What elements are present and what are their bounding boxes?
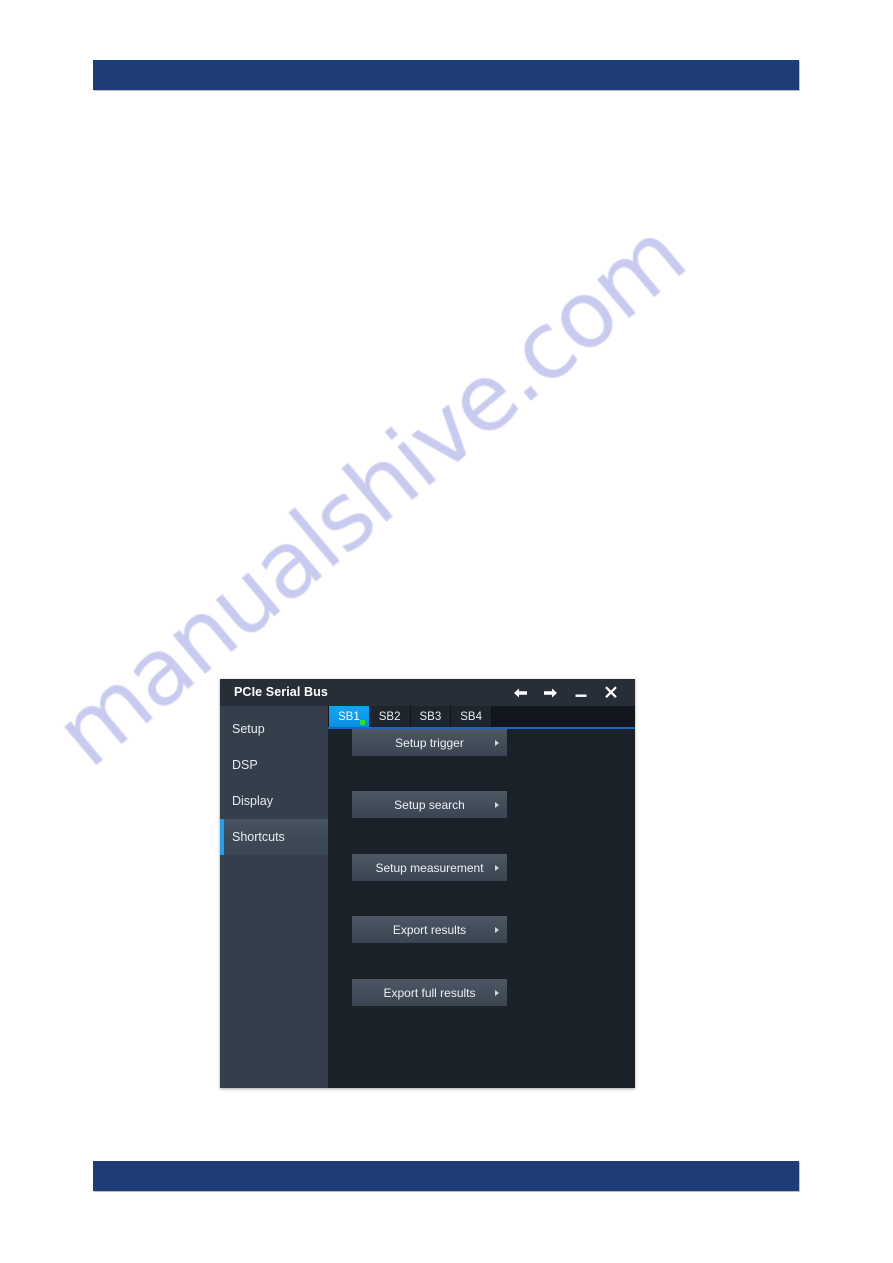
chevron-right-icon: [495, 864, 499, 871]
sidebar-item-label: Shortcuts: [232, 830, 285, 844]
tab-sb3[interactable]: SB3: [410, 706, 452, 727]
chevron-right-icon: [495, 801, 499, 808]
sidebar-item-label: Setup: [232, 722, 265, 736]
chevron-right-icon: [495, 989, 499, 996]
green-dot-icon: [359, 720, 365, 725]
page-footer-rule: [93, 1161, 799, 1191]
shortcut-label: Setup search: [394, 797, 465, 812]
shortcut-label: Export results: [392, 922, 467, 937]
sidebar-item-display[interactable]: Display: [220, 783, 328, 819]
setup-measurement-button[interactable]: Setup measurement: [352, 854, 507, 881]
tab-sb2[interactable]: SB2: [369, 706, 411, 727]
serial-bus-tabstrip: SB1 SB2 SB3 SB4: [328, 706, 635, 729]
tab-label: SB4: [460, 710, 482, 723]
dialog-sidebar: Setup DSP Display Shortcuts: [220, 706, 328, 1088]
sidebar-item-label: DSP: [232, 758, 258, 772]
minimize-icon[interactable]: [572, 684, 589, 701]
chevron-right-icon: [495, 926, 499, 933]
sidebar-item-shortcuts[interactable]: Shortcuts: [220, 819, 328, 855]
sidebar-item-dsp[interactable]: DSP: [220, 747, 328, 783]
setup-search-button[interactable]: Setup search: [352, 791, 507, 818]
setup-trigger-button[interactable]: Setup trigger: [352, 729, 507, 756]
export-full-results-button[interactable]: Export full results: [352, 979, 507, 1006]
tab-label: SB2: [378, 710, 401, 723]
dialog-title: PCIe Serial Bus: [234, 685, 328, 700]
chevron-right-icon: [495, 739, 499, 746]
tab-label: SB1: [338, 710, 360, 723]
shortcut-label: Setup measurement: [375, 860, 484, 875]
tab-sb4[interactable]: SB4: [451, 706, 492, 727]
tab-label: SB3: [419, 710, 442, 723]
shortcut-label: Setup trigger: [395, 735, 464, 750]
shortcut-label: Export full results: [383, 985, 476, 1000]
tab-sb1[interactable]: SB1: [329, 706, 370, 727]
close-icon[interactable]: [602, 684, 619, 701]
page-header-rule: [93, 60, 799, 90]
sidebar-item-label: Display: [232, 794, 273, 808]
window-controls: [512, 684, 625, 701]
dialog-titlebar: PCIe Serial Bus: [220, 679, 635, 706]
dialog-main-panel: SB1 SB2 SB3 SB4 Setup trigger Setup sear…: [328, 706, 635, 1088]
pcie-serial-bus-dialog: PCIe Serial Bus Setup DSP Display Shortc…: [220, 679, 635, 1088]
sidebar-item-setup[interactable]: Setup: [220, 711, 328, 747]
forward-arrow-icon[interactable]: [542, 684, 559, 701]
shortcuts-panel: Setup trigger Setup search Setup measure…: [328, 729, 635, 1088]
export-results-button[interactable]: Export results: [352, 916, 507, 943]
back-arrow-icon[interactable]: [512, 684, 529, 701]
dialog-body: Setup DSP Display Shortcuts SB1 SB2 SB3 …: [220, 706, 635, 1088]
